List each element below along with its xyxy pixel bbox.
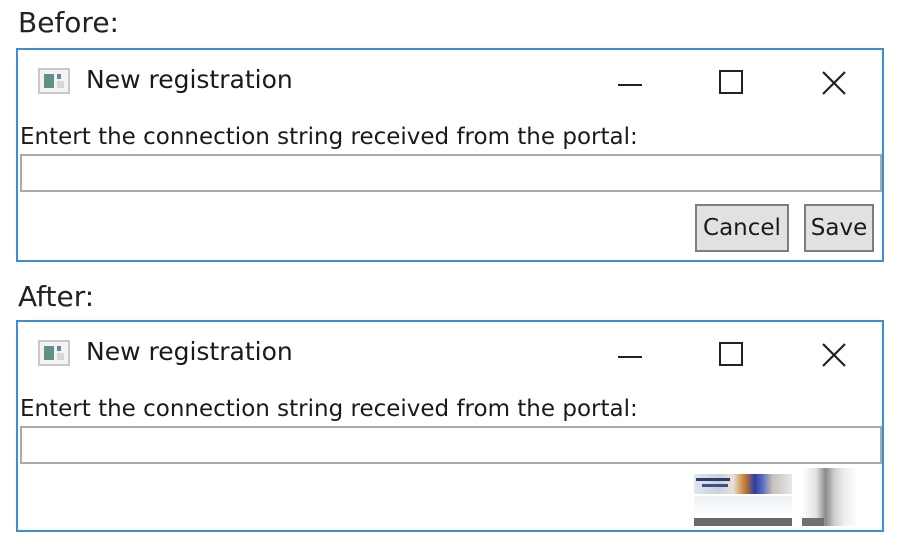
corrupted-cancel-button[interactable] <box>694 468 792 526</box>
before-label: Before: <box>18 6 119 39</box>
app-window-icon <box>38 68 70 94</box>
corrupted-save-button[interactable] <box>802 468 858 526</box>
maximize-icon[interactable] <box>708 62 752 102</box>
close-icon[interactable] <box>811 334 855 374</box>
maximize-icon[interactable] <box>708 334 752 374</box>
close-icon[interactable] <box>811 62 855 102</box>
connection-string-prompt: Entert the connection string received fr… <box>20 124 638 150</box>
window-title: New registration <box>86 337 293 366</box>
connection-string-input[interactable] <box>20 426 882 464</box>
connection-string-prompt: Entert the connection string received fr… <box>20 396 638 422</box>
app-window-icon <box>38 340 70 366</box>
minimize-icon[interactable] <box>608 62 652 102</box>
before-dialog-window: New registration Entert the connection s… <box>16 48 884 262</box>
window-title: New registration <box>86 65 293 94</box>
title-bar[interactable]: New registration <box>18 50 882 112</box>
connection-string-input[interactable] <box>20 154 882 192</box>
after-label: After: <box>18 280 95 313</box>
save-button[interactable]: Save <box>804 204 874 252</box>
after-dialog-window: New registration Entert the connection s… <box>16 320 884 532</box>
minimize-icon[interactable] <box>608 334 652 374</box>
cancel-button[interactable]: Cancel <box>695 204 789 252</box>
title-bar[interactable]: New registration <box>18 322 882 384</box>
